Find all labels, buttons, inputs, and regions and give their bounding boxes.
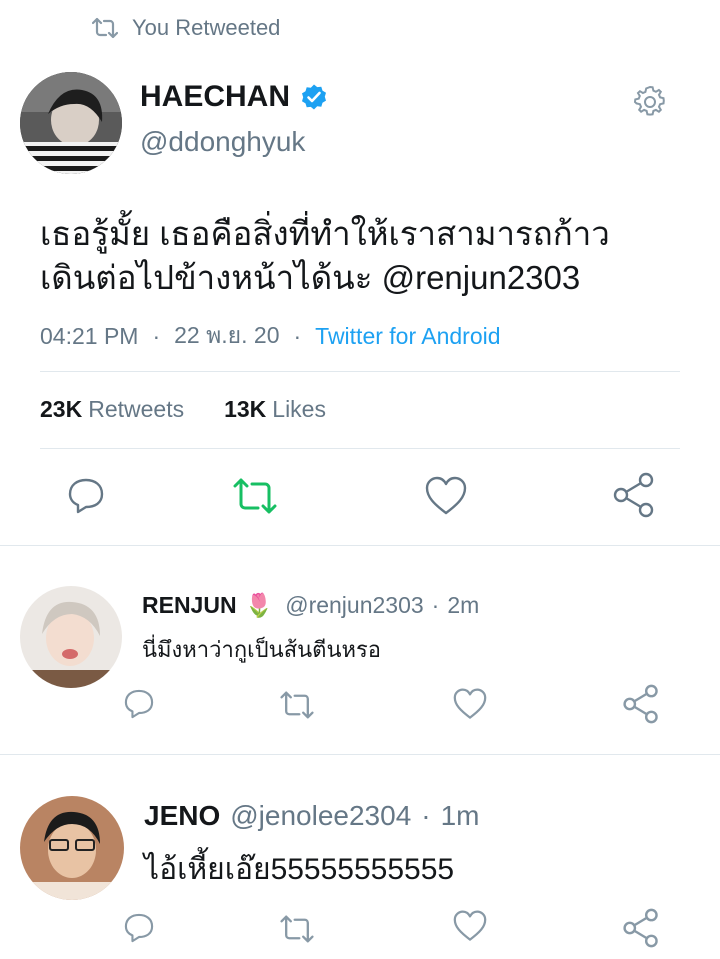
reply-time: 2m [447, 592, 480, 618]
share-icon[interactable] [622, 908, 660, 948]
reply-text: นี่มึงหาว่ากูเป็นส้นตีนหรอ [142, 637, 382, 662]
retweet-action-icon[interactable] [278, 912, 316, 946]
retweet-icon [92, 17, 118, 39]
meta-separator: · [293, 322, 302, 349]
tweet-meta: 04:21 PM · 22 พ.ย. 20 · Twitter for Andr… [40, 318, 501, 354]
likes-stat[interactable]: 13K Likes [224, 396, 326, 423]
tweet-text-line-2: เดินต่อไปข้างหน้าได้นะ @renjun2303 [40, 256, 680, 300]
reply-author-name[interactable]: JENO [144, 800, 220, 832]
verified-badge-icon [300, 83, 328, 111]
retweets-stat[interactable]: 23K Retweets [40, 396, 184, 423]
divider [0, 545, 720, 546]
tweet-time: 04:21 PM [40, 322, 139, 349]
author-avatar[interactable] [20, 72, 122, 174]
reply-avatar[interactable] [20, 586, 122, 688]
reply-separator: · [431, 592, 440, 618]
like-heart-icon[interactable] [424, 476, 468, 516]
share-icon[interactable] [622, 684, 660, 724]
likes-label: Likes [272, 396, 326, 422]
reply-icon[interactable] [120, 910, 158, 946]
like-heart-icon[interactable] [452, 910, 488, 942]
reply-author-handle[interactable]: @renjun2303 [285, 592, 423, 619]
author-name[interactable]: HAECHAN [140, 80, 290, 114]
divider [40, 371, 680, 372]
divider [0, 754, 720, 755]
like-heart-icon[interactable] [452, 688, 488, 720]
tweet-source-link[interactable]: Twitter for Android [315, 323, 500, 350]
reply-separator: · [421, 800, 431, 831]
divider [40, 448, 680, 449]
reply-time: 1m [440, 800, 480, 831]
tweet-text-line-2-content: เดินต่อไปข้างหน้าได้นะ @renjun2303 [40, 259, 581, 296]
meta-separator: · [152, 322, 161, 349]
retweet-action-icon[interactable] [278, 688, 316, 722]
tweet-stats: 23K Retweets 13K Likes [40, 396, 326, 423]
reply-avatar[interactable] [20, 796, 124, 900]
reply-header: JENO @jenolee2304 · 1m [144, 800, 480, 832]
retweet-header-label: You Retweeted [132, 15, 281, 40]
reply-icon[interactable] [64, 474, 108, 518]
retweets-label: Retweets [88, 396, 185, 422]
retweet-action-icon[interactable] [232, 474, 278, 518]
author-name-row[interactable]: HAECHAN [140, 80, 328, 114]
reply-author-handle[interactable]: @jenolee2304 [230, 800, 411, 832]
tweet-text-line-1: เธอรู้มั้ย เธอคือสิ่งที่ทำให้เราสามารถก้… [40, 215, 610, 252]
reply-text: ไอ้เหี้ยเอ๊ย55555555555 [144, 853, 455, 886]
retweets-count: 23K [40, 396, 83, 422]
likes-count: 13K [224, 396, 267, 422]
reply-icon[interactable] [120, 686, 158, 722]
retweet-header: You Retweeted [92, 12, 280, 44]
tweet-date: 22 พ.ย. 20 [174, 322, 280, 348]
reply-header: RENJUN 🌷 @renjun2303 · 2m [142, 592, 479, 619]
author-handle[interactable]: @ddonghyuk [140, 126, 305, 158]
share-icon[interactable] [612, 472, 656, 518]
tweet-text: เธอรู้มั้ย เธอคือสิ่งที่ทำให้เราสามารถก้… [40, 212, 680, 300]
gear-icon[interactable] [632, 84, 668, 120]
reply-author-name[interactable]: RENJUN [142, 592, 237, 619]
tulip-emoji: 🌷 [244, 592, 274, 618]
